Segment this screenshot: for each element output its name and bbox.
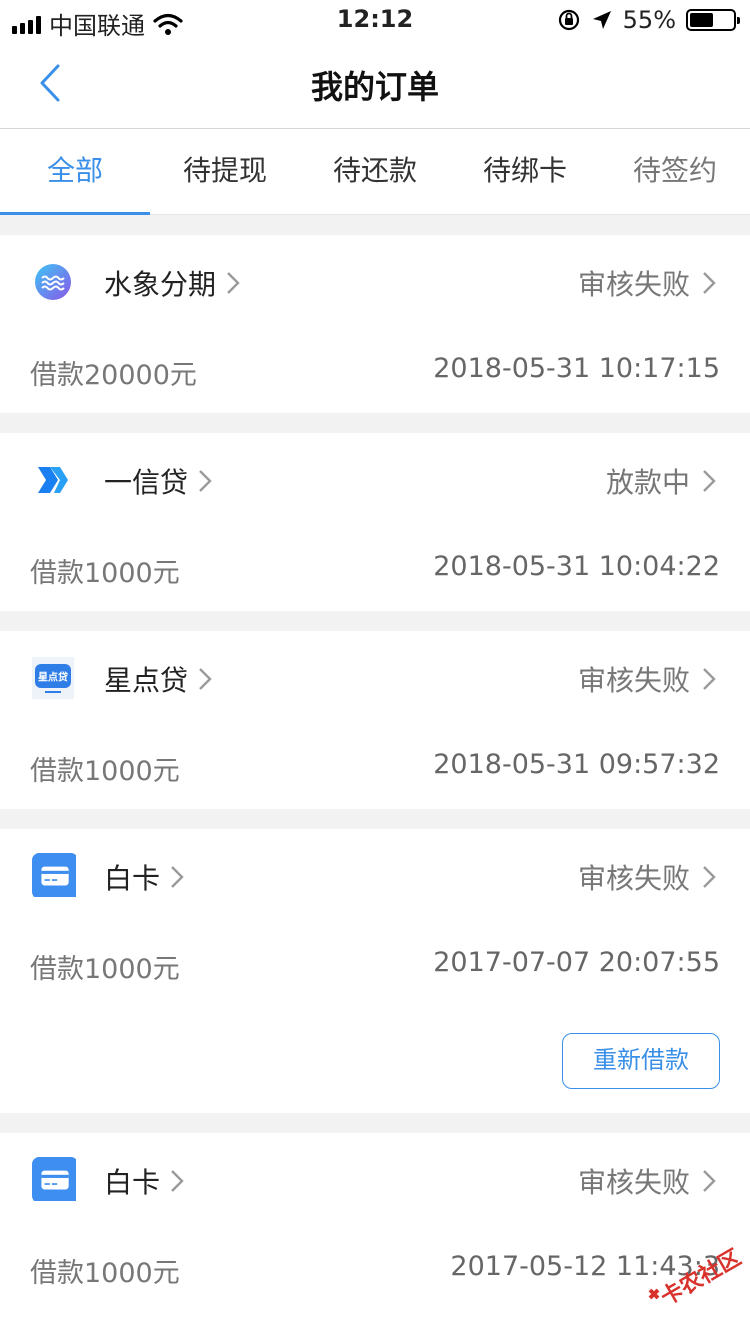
order-timestamp: 2017-07-07 20:07:55 bbox=[433, 947, 720, 978]
order-status[interactable]: 审核失败 bbox=[578, 1161, 720, 1201]
lender-label: 白卡 bbox=[104, 862, 161, 895]
order-status[interactable]: 放款中 bbox=[606, 461, 720, 501]
chevron-right-icon bbox=[703, 866, 716, 888]
order-card: 星点贷 星点贷 审核失败 借款1000元 2018-05-31 09:57:32 bbox=[0, 631, 750, 809]
lender-name[interactable]: 星点贷 bbox=[104, 659, 216, 699]
order-card: 白卡 审核失败 借款1000元 2017-05-12 11:43:3 bbox=[0, 1133, 750, 1334]
reborrow-button[interactable]: 重新借款 bbox=[562, 1033, 720, 1089]
order-status-label: 审核失败 bbox=[577, 268, 690, 301]
baika-card-icon bbox=[32, 1157, 76, 1201]
chevron-right-icon bbox=[703, 1170, 716, 1192]
lender-label: 水象分期 bbox=[104, 268, 217, 301]
order-status-label: 审核失败 bbox=[577, 1166, 690, 1199]
status-bar: 中国联通 12:12 55% bbox=[0, 0, 750, 40]
lender-label: 一信贷 bbox=[104, 466, 189, 499]
loan-amount: 借款1000元 bbox=[30, 756, 180, 787]
xingdiandai-logo-icon: 星点贷 bbox=[32, 657, 74, 699]
battery-percent: 55% bbox=[622, 6, 676, 34]
lender-label: 星点贷 bbox=[104, 664, 189, 697]
order-status[interactable]: 审核失败 bbox=[578, 659, 720, 699]
baika-card-icon bbox=[32, 853, 76, 897]
page-title: 我的订单 bbox=[310, 68, 439, 106]
chevron-right-icon bbox=[199, 470, 212, 492]
order-card-header[interactable]: 白卡 审核失败 bbox=[0, 829, 750, 921]
yixindai-logo-icon bbox=[38, 467, 68, 493]
tab-pending-signing[interactable]: 待签约 bbox=[600, 129, 750, 214]
order-status-label: 审核失败 bbox=[577, 862, 690, 895]
order-card-header[interactable]: 一信贷 放款中 bbox=[0, 433, 750, 525]
tab-pending-withdrawal[interactable]: 待提现 bbox=[150, 129, 300, 214]
chevron-right-icon bbox=[171, 1170, 184, 1192]
location-arrow-icon bbox=[592, 11, 611, 29]
chevron-right-icon bbox=[703, 470, 716, 492]
tab-all[interactable]: 全部 bbox=[0, 129, 150, 215]
lender-name[interactable]: 水象分期 bbox=[104, 263, 244, 303]
chevron-right-icon bbox=[227, 272, 240, 294]
chevron-right-icon bbox=[171, 866, 184, 888]
order-timestamp: 2018-05-31 10:04:22 bbox=[433, 551, 720, 582]
rotation-lock-icon bbox=[558, 9, 579, 31]
lender-name[interactable]: 一信贷 bbox=[104, 461, 216, 501]
order-timestamp: 2018-05-31 10:17:15 bbox=[433, 353, 720, 384]
loan-amount: 借款1000元 bbox=[30, 954, 180, 985]
lender-name[interactable]: 白卡 bbox=[104, 1161, 188, 1201]
loan-amount: 借款1000元 bbox=[30, 558, 180, 589]
navigation-bar: 我的订单 bbox=[0, 40, 750, 129]
tab-pending-repayment[interactable]: 待还款 bbox=[300, 129, 450, 214]
order-status-label: 审核失败 bbox=[577, 664, 690, 697]
watermark-text: 卡农社区 bbox=[656, 1244, 745, 1311]
watermark-logo: 卡农社区 bbox=[648, 1244, 745, 1311]
lender-label: 白卡 bbox=[104, 1166, 161, 1199]
order-card: 一信贷 放款中 借款1000元 2018-05-31 10:04:22 bbox=[0, 433, 750, 611]
order-filter-tabs: 全部 待提现 待还款 待绑卡 待签约 bbox=[0, 129, 750, 215]
order-card: 水象分期 审核失败 借款20000元 2018-05-31 10:17:15 bbox=[0, 235, 750, 413]
chevron-right-icon bbox=[703, 668, 716, 690]
order-card-header[interactable]: 白卡 审核失败 bbox=[0, 1133, 750, 1225]
battery-icon bbox=[686, 9, 740, 31]
loan-amount: 借款20000元 bbox=[30, 360, 197, 391]
order-card-header[interactable]: 水象分期 审核失败 bbox=[0, 235, 750, 327]
tab-pending-card-binding[interactable]: 待绑卡 bbox=[450, 129, 600, 214]
order-card: 白卡 审核失败 借款1000元 2017-07-07 20:07:55 重新借款 bbox=[0, 829, 750, 1113]
order-card-header[interactable]: 星点贷 星点贷 审核失败 bbox=[0, 631, 750, 723]
order-status-label: 放款中 bbox=[605, 466, 690, 499]
loan-amount: 借款1000元 bbox=[30, 1258, 180, 1289]
lender-name[interactable]: 白卡 bbox=[104, 857, 188, 897]
shuixiang-logo-icon bbox=[35, 264, 71, 300]
chevron-right-icon bbox=[703, 272, 716, 294]
order-status[interactable]: 审核失败 bbox=[578, 263, 720, 303]
order-timestamp: 2018-05-31 09:57:32 bbox=[433, 749, 720, 780]
chevron-right-icon bbox=[199, 668, 212, 690]
order-status[interactable]: 审核失败 bbox=[578, 857, 720, 897]
xingdiandai-logo-text: 星点贷 bbox=[38, 671, 68, 684]
